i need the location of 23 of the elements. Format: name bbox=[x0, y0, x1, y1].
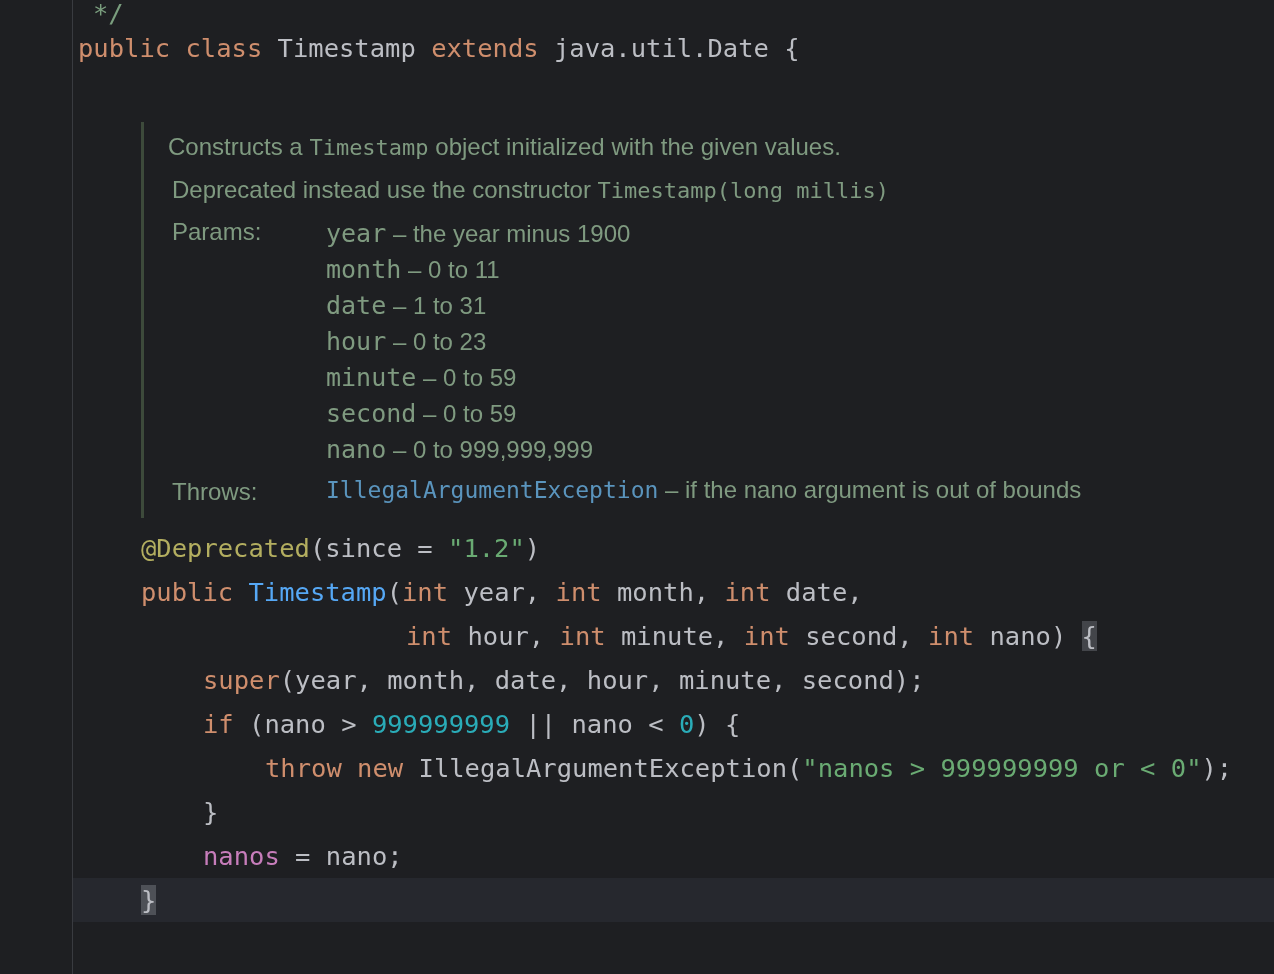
code-line: int hour, int minute, int second, int nano) { bbox=[405, 620, 1098, 653]
code-line: throw new IllegalArgumentException("nanos > 999999999 or < 0"); bbox=[264, 752, 1234, 785]
code-line: if (nano > 999999999 || nano < 0) { bbox=[202, 708, 742, 741]
code-line: public Timestamp(int year, int month, int date, bbox=[140, 576, 864, 609]
throws-description: IllegalArgumentException – if the nano argument is out of bounds bbox=[326, 475, 1083, 505]
deprecation-note: Deprecated instead use the constructor Timestamp(long millis) bbox=[172, 176, 889, 203]
param-description: year – the year minus 1900 bbox=[326, 218, 632, 250]
param-description: nano – 0 to 999,999,999 bbox=[326, 434, 595, 466]
code-line: */ bbox=[92, 0, 125, 26]
param-description: second – 0 to 59 bbox=[326, 398, 518, 430]
exception-link[interactable]: IllegalArgumentException bbox=[326, 477, 659, 503]
throws-label: Throws: bbox=[172, 477, 259, 507]
param-description: minute – 0 to 59 bbox=[326, 362, 518, 394]
code-line: public class Timestamp extends java.util.Date { bbox=[77, 32, 801, 65]
code-line: super(year, month, date, hour, minute, second); bbox=[202, 664, 926, 697]
param-description: date – 1 to 31 bbox=[326, 290, 488, 322]
code-line: } bbox=[202, 796, 220, 829]
param-description: hour – 0 to 23 bbox=[326, 326, 488, 358]
doc-summary: Constructs a Timestamp object initialized with the given values. bbox=[168, 132, 842, 162]
code-line: nanos = nano; bbox=[202, 840, 404, 873]
params-label: Params: bbox=[172, 217, 263, 247]
code-line: @Deprecated(since = "1.2") bbox=[140, 532, 542, 565]
param-description: month – 0 to 11 bbox=[326, 254, 501, 286]
